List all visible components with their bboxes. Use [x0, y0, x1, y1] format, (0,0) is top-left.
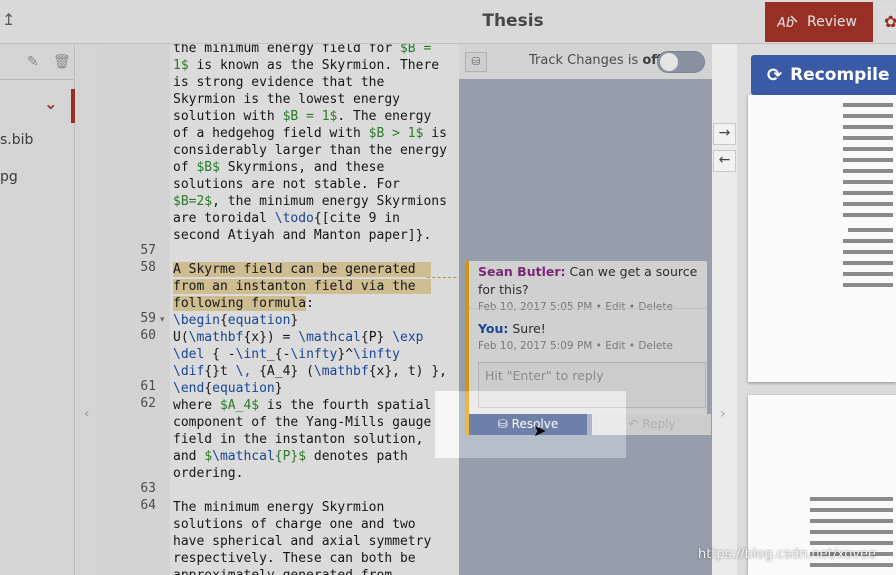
project-title: Thesis	[482, 11, 544, 31]
divider	[469, 308, 707, 309]
file-tree-toolbar: ✎ 🗑	[0, 44, 74, 80]
code-line: \dif{}t \, {A_4} (\mathbf{x}, t) },	[173, 364, 447, 379]
toggle-knob	[660, 53, 678, 71]
chevron-left-icon[interactable]: ‹	[84, 406, 90, 422]
resolved-comments-icon[interactable]: ⛁	[465, 52, 487, 72]
code-line: where $A_4$ is the fourth spatial	[173, 398, 432, 413]
code-line: $B=2$, the minimum energy Skyrmions	[173, 194, 447, 209]
review-label: Review	[807, 14, 857, 30]
track-changes-toggle[interactable]	[657, 51, 705, 73]
code-line: \begin{equation}	[173, 313, 299, 328]
comment-author: Sean Butler:	[478, 264, 566, 279]
file-item-image[interactable]: pg	[0, 169, 18, 185]
folder-item[interactable]: ⌄	[0, 89, 75, 123]
svg-text:Ab: Ab	[777, 16, 794, 30]
review-button[interactable]: Ab Review	[765, 2, 873, 42]
code-line: of $B$ Skyrmions, and these	[173, 160, 385, 175]
brand-icon[interactable]: ✿	[878, 2, 896, 42]
code-line: of a hedgehog field with $B > 1$ is	[173, 126, 447, 141]
arrow-left-icon[interactable]: ←	[713, 150, 736, 172]
code-line: respectively. These can both be	[173, 551, 416, 566]
reply-text: Sure!	[512, 321, 546, 336]
line-number: 59	[140, 311, 156, 326]
code-line: Skyrmion is the lowest energy	[173, 92, 400, 107]
recompile-button[interactable]: ⟳ Recompile	[751, 55, 896, 95]
reply-body: You: Sure!	[478, 320, 706, 338]
line-number: 60	[140, 328, 156, 343]
chevron-down-icon[interactable]: ⌄	[44, 94, 57, 113]
comment-body: Sean Butler: Can we get a source for thi…	[478, 263, 706, 299]
code-line: \end{equation}	[173, 381, 283, 396]
code-line: are toroidal \todo{[cite 9 in	[173, 211, 400, 226]
code-line: and $\mathcal{P}$ denotes path	[173, 449, 408, 464]
code-line: is strong evidence that the	[173, 75, 385, 90]
file-item-bib[interactable]: s.bib	[0, 132, 33, 148]
review-panel-toolbar: ⛁ Track Changes is off	[459, 44, 712, 79]
line-number: 61	[140, 379, 156, 394]
code-line: considerably larger than the energy	[173, 143, 447, 158]
code-line-highlighted: following formula:	[173, 296, 314, 311]
code-editor[interactable]: the minimum energy field for $B = 1$ is …	[170, 44, 460, 575]
code-line: \del { -\int_{-\infty}^\infty	[173, 347, 401, 362]
line-number: 62	[140, 396, 156, 411]
arrow-right-icon[interactable]: →	[713, 123, 736, 145]
header-bar: ↥ Thesis Ab Review ✿	[0, 0, 896, 44]
line-number-gutter: 57 58 59 60 61 62 63 64	[100, 44, 170, 575]
sidebar-splitter[interactable]	[76, 44, 100, 575]
code-line: solution with $B = 1$. The energy	[173, 109, 432, 124]
refresh-icon: ⟳	[767, 64, 783, 86]
review-icon: Ab	[777, 15, 798, 30]
code-line: second Atiyah and Manton paper]}.	[173, 228, 432, 243]
reply-author: You:	[478, 321, 509, 336]
code-line: The minimum energy Skyrmion	[173, 500, 385, 515]
code-line: ordering.	[173, 466, 244, 481]
resolve-button[interactable]: ⛁ Resolve	[469, 414, 587, 435]
pdf-page-text-block	[843, 103, 893, 287]
pdf-page	[748, 95, 896, 382]
code-line: U(\mathbf{x}) = \mathcal{P} \exp	[173, 330, 424, 345]
code-line: component of the Yang-Mills gauge	[173, 415, 432, 430]
line-number: 57	[140, 243, 156, 258]
code-line-highlighted: from an instanton field via the	[173, 279, 432, 294]
fold-toggle-icon[interactable]: ▾	[160, 315, 165, 325]
code-line: the minimum energy field for $B =	[173, 44, 432, 56]
pencil-icon[interactable]: ✎	[27, 54, 39, 70]
reply-meta: Feb 10, 2017 5:09 PM • Edit • Delete	[478, 340, 673, 352]
code-line: solutions of charge one and two	[173, 517, 416, 532]
mouse-cursor-icon: ➤	[533, 421, 547, 440]
line-number: 58	[140, 260, 156, 275]
code-line-highlighted: A Skyrme field can be generated	[173, 262, 432, 277]
line-number: 63	[140, 481, 156, 496]
file-tree-sidebar: ✎ 🗑 ⌄ s.bib pg	[0, 44, 75, 575]
watermark: https://blog.csdn.net/xovee	[698, 547, 876, 562]
code-line: field in the instanton solution,	[173, 432, 424, 447]
track-changes-label: Track Changes is off	[529, 53, 662, 68]
code-line: have spherical and axial symmetry	[173, 534, 432, 549]
line-number: 64	[140, 498, 156, 513]
chevron-right-icon[interactable]: ›	[720, 406, 726, 422]
code-line: 1$ is known as the Skyrmion. There	[173, 58, 440, 73]
code-line: solutions are not stable. For	[173, 177, 400, 192]
code-line: approximately generated from	[173, 567, 392, 575]
comment-meta: Feb 10, 2017 5:05 PM • Edit • Delete	[478, 301, 673, 313]
trash-icon[interactable]: 🗑	[53, 54, 71, 70]
